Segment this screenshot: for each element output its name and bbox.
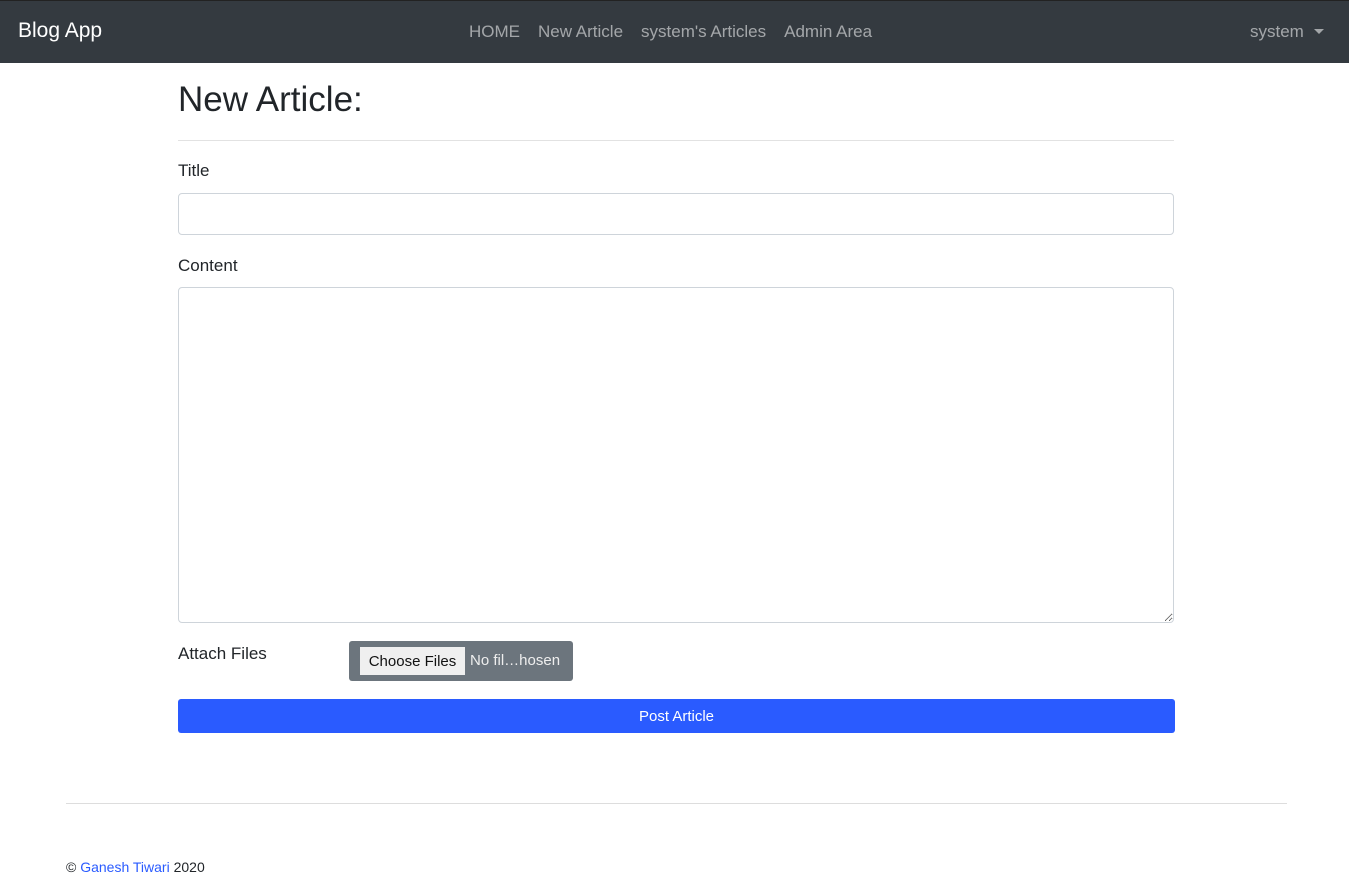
attach-files-label: Attach Files xyxy=(178,644,267,663)
author-link[interactable]: Ganesh Tiwari xyxy=(80,859,169,875)
title-label: Title xyxy=(178,161,210,180)
file-input[interactable]: Choose Files No fil…hosen xyxy=(349,641,573,681)
nav-new-article[interactable]: New Article xyxy=(538,22,623,42)
user-dropdown[interactable]: system xyxy=(1250,22,1324,42)
nav-home[interactable]: HOME xyxy=(469,22,520,42)
content-textarea[interactable] xyxy=(178,287,1174,623)
brand-link[interactable]: Blog App xyxy=(18,19,102,43)
caret-down-icon xyxy=(1313,28,1324,34)
file-status: No fil…hosen xyxy=(470,652,561,669)
copyright-symbol: © xyxy=(66,859,77,875)
footer-divider xyxy=(66,803,1287,804)
navbar: Blog App HOME New Article system's Artic… xyxy=(0,0,1349,63)
page-title: New Article: xyxy=(178,80,363,119)
nav-admin-area[interactable]: Admin Area xyxy=(784,22,872,42)
choose-files-button[interactable]: Choose Files xyxy=(360,647,465,675)
content-label: Content xyxy=(178,256,238,275)
footer: © Ganesh Tiwari 2020 xyxy=(66,859,205,875)
user-name: system xyxy=(1250,22,1304,41)
footer-year: 2020 xyxy=(173,859,205,875)
nav-my-articles[interactable]: system's Articles xyxy=(641,22,766,42)
title-input[interactable] xyxy=(178,193,1174,235)
nav-links: HOME New Article system's Articles Admin… xyxy=(469,22,872,42)
post-article-button[interactable]: Post Article xyxy=(178,699,1175,733)
divider xyxy=(178,140,1174,141)
